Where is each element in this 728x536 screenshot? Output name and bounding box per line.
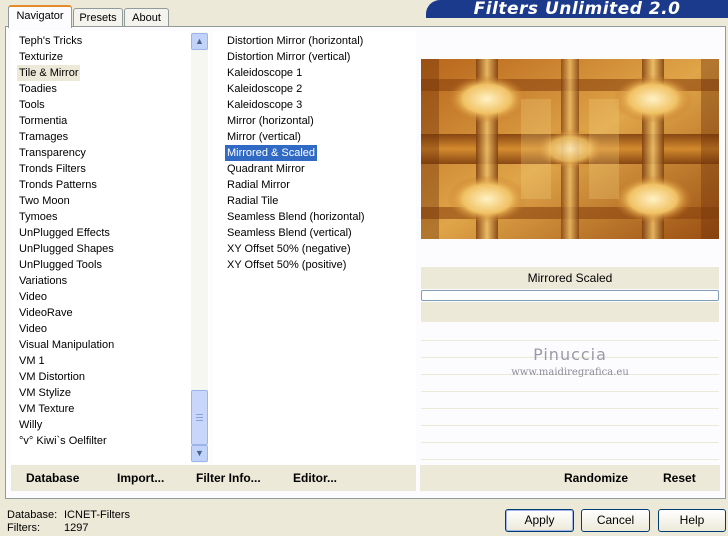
filter-item[interactable]: Distortion Mirror (vertical)	[225, 49, 352, 65]
filter-item[interactable]: Kaleidoscope 1	[225, 65, 304, 81]
editor-link[interactable]: Editor...	[293, 471, 337, 485]
filter-item[interactable]: XY Offset 50% (negative)	[225, 241, 353, 257]
randomize-link[interactable]: Randomize	[564, 471, 628, 485]
import-link[interactable]: Import...	[117, 471, 164, 485]
filter-name-bar: Mirrored Scaled	[421, 267, 719, 289]
category-item[interactable]: VideoRave	[17, 305, 75, 321]
category-item[interactable]: UnPlugged Effects	[17, 225, 112, 241]
database-link[interactable]: Database	[26, 471, 79, 485]
filter-item[interactable]: Distortion Mirror (horizontal)	[225, 33, 365, 49]
apply-button[interactable]: Apply	[505, 509, 574, 532]
database-status-value: ICNET-Filters	[64, 509, 130, 521]
scroll-thumb[interactable]	[191, 390, 208, 445]
category-item[interactable]: UnPlugged Shapes	[17, 241, 116, 257]
filter-item[interactable]: Kaleidoscope 3	[225, 97, 304, 113]
category-item[interactable]: Video	[17, 321, 49, 337]
filter-progress-bar	[421, 290, 719, 301]
category-item[interactable]: Tramages	[17, 129, 70, 145]
category-item[interactable]: Teph's Tricks	[17, 33, 84, 49]
category-item[interactable]: Tile & Mirror	[17, 65, 81, 81]
watermark-url: www.maidiregrafica.eu	[511, 367, 629, 378]
parameter-header	[421, 302, 719, 322]
category-item[interactable]: Tronds Filters	[17, 161, 88, 177]
watermark-name: Pinuccia	[533, 345, 607, 364]
category-item[interactable]: Willy	[17, 417, 44, 433]
category-item[interactable]: Tools	[17, 97, 47, 113]
category-item[interactable]: °v° Kiwi`s Oelfilter	[17, 433, 109, 449]
category-item[interactable]: Tormentia	[17, 113, 69, 129]
filter-item[interactable]: Seamless Blend (vertical)	[225, 225, 354, 241]
category-item[interactable]: VM 1	[17, 353, 47, 369]
filters-count-label: Filters:	[7, 522, 40, 534]
parameter-row	[421, 443, 719, 460]
category-item[interactable]: Video	[17, 289, 49, 305]
category-item[interactable]: VM Texture	[17, 401, 76, 417]
filter-item[interactable]: Seamless Blend (horizontal)	[225, 209, 367, 225]
category-item[interactable]: Visual Manipulation	[17, 337, 116, 353]
help-button[interactable]: Help	[658, 509, 726, 532]
filter-item[interactable]: Mirror (horizontal)	[225, 113, 316, 129]
category-item[interactable]: Transparency	[17, 145, 88, 161]
filter-preview-image	[421, 59, 719, 239]
parameter-row	[421, 324, 719, 341]
category-item[interactable]: UnPlugged Tools	[17, 257, 104, 273]
parameter-row	[421, 392, 719, 409]
app-title-banner: Filters Unlimited 2.0	[426, 0, 728, 18]
category-item[interactable]: Tronds Patterns	[17, 177, 99, 193]
category-item[interactable]: Texturize	[17, 49, 65, 65]
left-link-bar: Database Import... Filter Info... Editor…	[11, 465, 416, 491]
tab-navigator[interactable]: Navigator	[8, 5, 72, 28]
parameter-row	[421, 409, 719, 426]
category-item[interactable]: Tymoes	[17, 209, 60, 225]
database-status-label: Database:	[7, 509, 58, 521]
filter-item[interactable]: Radial Mirror	[225, 177, 292, 193]
filter-item[interactable]: Quadrant Mirror	[225, 161, 307, 177]
tab-about[interactable]: About	[124, 8, 169, 28]
filters-count-value: 1297	[64, 522, 89, 534]
selected-filter-name: Mirrored Scaled	[527, 271, 613, 285]
chevron-up-icon: ▲	[195, 36, 204, 46]
cancel-button[interactable]: Cancel	[581, 509, 650, 532]
reset-link[interactable]: Reset	[663, 471, 696, 485]
scroll-up-button[interactable]: ▲	[191, 33, 208, 50]
filter-info-link[interactable]: Filter Info...	[196, 471, 261, 485]
filter-item[interactable]: Kaleidoscope 2	[225, 81, 304, 97]
chevron-down-icon: ▼	[195, 448, 204, 458]
filter-item[interactable]: XY Offset 50% (positive)	[225, 257, 348, 273]
category-item[interactable]: VM Stylize	[17, 385, 73, 401]
filter-item[interactable]: Mirrored & Scaled	[225, 145, 318, 161]
category-item[interactable]: Two Moon	[17, 193, 72, 209]
scroll-down-button[interactable]: ▼	[191, 445, 208, 462]
tab-presets[interactable]: Presets	[73, 8, 123, 28]
category-item[interactable]: Variations	[17, 273, 69, 289]
category-item[interactable]: VM Distortion	[17, 369, 87, 385]
right-link-bar: Randomize Reset	[420, 465, 720, 491]
filter-item[interactable]: Radial Tile	[225, 193, 280, 209]
parameter-row	[421, 426, 719, 443]
category-scrollbar[interactable]: ▲ ▼	[191, 32, 208, 463]
category-item[interactable]: Toadies	[17, 81, 59, 97]
filter-item[interactable]: Mirror (vertical)	[225, 129, 303, 145]
